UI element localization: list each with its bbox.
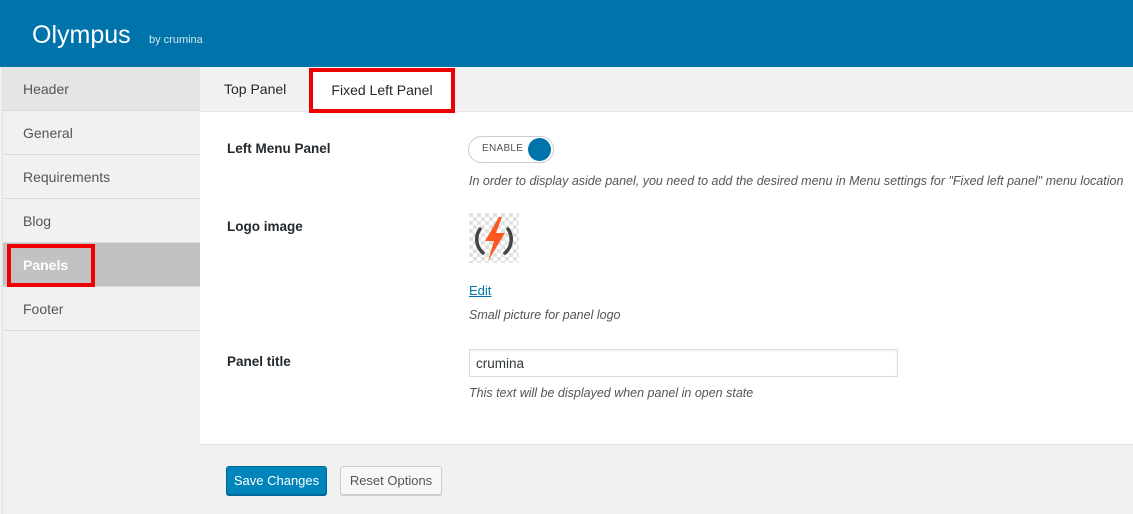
sidebar-item-label: Blog <box>23 213 52 229</box>
sidebar-item-panels[interactable]: Panels <box>3 243 200 287</box>
tab-top-panel[interactable]: Top Panel <box>224 67 286 112</box>
highlight-box <box>7 244 95 287</box>
left-menu-panel-label: Left Menu Panel <box>227 141 331 156</box>
main-content: Top Panel Fixed Left Panel Left Menu Pan… <box>200 67 1133 514</box>
left-menu-panel-toggle[interactable]: ENABLE <box>468 136 554 163</box>
panel-title-label: Panel title <box>227 354 291 369</box>
sidebar-item-blog[interactable]: Blog <box>3 199 200 243</box>
app-byline: by crumina <box>149 34 203 46</box>
sidebar-item-label: Footer <box>23 301 64 317</box>
top-header-bar: Olympus by crumina <box>0 0 1133 67</box>
panel-title-description: This text will be displayed when panel i… <box>469 386 754 400</box>
sidebar-item-label: General <box>23 125 73 141</box>
logo-image-label: Logo image <box>227 219 303 234</box>
sidebar-item-general[interactable]: General <box>3 111 200 155</box>
logo-image-description: Small picture for panel logo <box>469 308 621 322</box>
edit-logo-link[interactable]: Edit <box>469 283 491 298</box>
left-menu-panel-description: In order to display aside panel, you nee… <box>469 174 1124 188</box>
app-title: Olympus <box>32 21 131 49</box>
save-changes-button[interactable]: Save Changes <box>226 466 327 495</box>
sidebar-item-requirements[interactable]: Requirements <box>3 155 200 199</box>
toggle-label: ENABLE <box>482 143 524 154</box>
sidebar-item-label: Requirements <box>23 169 111 185</box>
toggle-knob <box>528 138 551 161</box>
sidebar-item-label: Header <box>23 81 69 97</box>
sidebar-item-footer[interactable]: Footer <box>3 287 200 331</box>
panel-title-input[interactable] <box>469 349 898 377</box>
sidebar: Header General Requirements Blog Panels … <box>2 67 200 514</box>
tab-fixed-left-panel[interactable]: Fixed Left Panel <box>309 68 455 113</box>
reset-options-button[interactable]: Reset Options <box>340 466 442 495</box>
form-actions-bar: Save Changes Reset Options <box>200 444 1133 514</box>
sidebar-item-header[interactable]: Header <box>3 67 200 111</box>
tab-bar: Top Panel Fixed Left Panel <box>200 67 1133 113</box>
lightning-bolt-logo-icon[interactable] <box>469 213 519 263</box>
